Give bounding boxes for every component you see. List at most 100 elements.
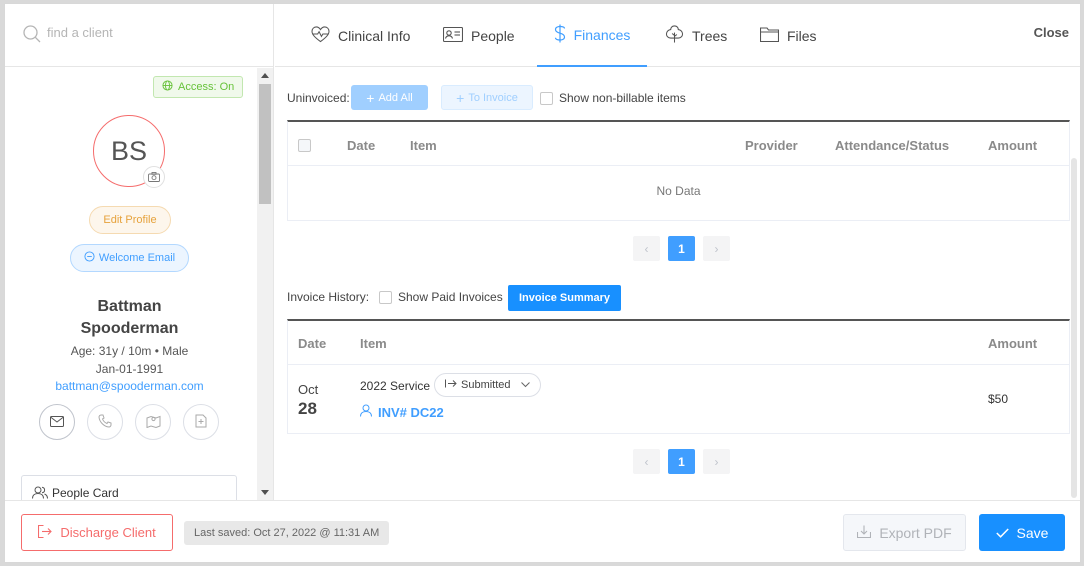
client-age-sex: Age: 31y / 10m • Male (70, 344, 189, 358)
plus-icon: + (456, 89, 465, 106)
invoice-day: 28 (298, 399, 317, 418)
discharge-label: Discharge Client (60, 525, 156, 540)
add-all-button[interactable]: + Add All (351, 85, 428, 110)
arrow-right-icon (445, 379, 457, 391)
tab-trees[interactable]: Trees (665, 4, 727, 67)
next-page-button[interactable]: › (703, 236, 730, 261)
page-button-current[interactable]: 1 (668, 236, 695, 261)
heartbeat-icon (311, 25, 330, 46)
welcome-email-button[interactable]: Welcome Email (70, 244, 189, 272)
edit-profile-button[interactable]: Edit Profile (89, 206, 171, 234)
profile-panel: Access: On BS Edit Profile Welcome Email… (5, 68, 256, 500)
show-paid-toggle[interactable]: Show Paid Invoices (379, 290, 503, 304)
uninvoiced-label: Uninvoiced: (287, 91, 350, 105)
dollar-icon (554, 24, 566, 46)
history-pagination: ‹ 1 › (633, 449, 730, 474)
invoice-number: INV# DC22 (378, 404, 444, 420)
page-button-current[interactable]: 1 (668, 449, 695, 474)
column-header-date: Date (298, 336, 327, 351)
prev-page-button[interactable]: ‹ (633, 236, 660, 261)
add-all-label: Add All (378, 91, 413, 104)
close-button[interactable]: Close (1034, 25, 1069, 40)
sign-out-icon (38, 524, 53, 541)
mail-icon (50, 415, 64, 430)
tab-label: Trees (692, 27, 728, 44)
last-saved-badge: Last saved: Oct 27, 2022 @ 11:31 AM (184, 521, 390, 545)
invoice-history-header: Date Item Amount (288, 321, 1069, 365)
tab-label: Files (787, 27, 817, 44)
users-icon (32, 486, 48, 500)
export-pdf-button[interactable]: Export PDF (843, 514, 966, 551)
column-header-attendance: Attendance/Status (835, 138, 950, 153)
finances-panel: Uninvoiced: + Add All + To Invoice Show … (275, 68, 1080, 500)
invoice-month: Oct (298, 382, 319, 397)
client-first-name: Battman (97, 298, 162, 315)
tab-label: Clinical Info (338, 27, 411, 44)
status-label: Submitted (461, 379, 511, 391)
column-header-item: Item (360, 336, 387, 351)
status-dropdown[interactable]: Submitted (434, 373, 541, 397)
invoice-summary-button[interactable]: Invoice Summary (508, 285, 621, 311)
tab-finances[interactable]: Finances (537, 4, 647, 67)
access-label: Access: On (178, 81, 235, 93)
column-header-item: Item (410, 138, 437, 153)
column-header-amount: Amount (988, 336, 1038, 351)
content-scrollbar[interactable] (1071, 158, 1077, 498)
access-badge[interactable]: Access: On (153, 76, 244, 98)
camera-icon[interactable] (143, 166, 165, 188)
user-icon (360, 404, 372, 420)
uninvoiced-pagination: ‹ 1 › (633, 236, 730, 261)
tab-clinical-info[interactable]: Clinical Info (311, 4, 410, 67)
to-invoice-button[interactable]: + To Invoice (441, 85, 533, 110)
tab-label: Finances (573, 26, 631, 43)
tab-people[interactable]: People (442, 4, 515, 67)
folder-icon (759, 26, 780, 45)
client-email[interactable]: battman@spooderman.com (5, 379, 254, 393)
map-button[interactable] (135, 404, 171, 440)
scroll-down-arrow-icon[interactable] (261, 490, 269, 495)
chevron-left-icon: ‹ (644, 454, 649, 469)
mail-button[interactable] (39, 404, 75, 440)
search-input[interactable] (47, 25, 237, 40)
client-sidebar: Access: On BS Edit Profile Welcome Email… (5, 4, 274, 500)
chevron-right-icon: › (714, 454, 719, 469)
chevron-left-icon: ‹ (644, 241, 649, 256)
to-invoice-label: To Invoice (468, 91, 518, 104)
show-nonbillable-toggle[interactable]: Show non-billable items (540, 91, 686, 105)
id-card-icon (442, 26, 464, 45)
people-card-label: People Card (52, 486, 119, 500)
phone-button[interactable] (87, 404, 123, 440)
chevron-down-icon (520, 379, 530, 391)
minus-circle-icon (84, 251, 95, 265)
prev-page-button[interactable]: ‹ (633, 449, 660, 474)
uninvoiced-table: Date Item Provider Attendance/Status Amo… (287, 120, 1070, 221)
people-card-section[interactable]: People Card (21, 475, 237, 500)
invoice-link[interactable]: INV# DC22 (360, 404, 444, 420)
scroll-up-arrow-icon[interactable] (261, 73, 269, 78)
show-nonbillable-checkbox[interactable] (540, 91, 553, 105)
tab-label: People (471, 27, 515, 44)
save-button[interactable]: Save (979, 514, 1065, 551)
scrollbar-thumb[interactable] (259, 84, 271, 204)
avatar-initials: BS (110, 135, 148, 166)
export-pdf-label: Export PDF (879, 524, 952, 541)
column-header-provider: Provider (745, 138, 798, 153)
document-button[interactable] (183, 404, 219, 440)
show-paid-label: Show Paid Invoices (398, 290, 503, 304)
uninvoiced-table-header: Date Item Provider Attendance/Status Amo… (288, 122, 1069, 166)
client-search (5, 4, 273, 67)
select-all-checkbox[interactable] (298, 139, 311, 152)
tab-bar: Clinical Info People Finances Trees File… (275, 4, 1080, 67)
discharge-client-button[interactable]: Discharge Client (21, 514, 173, 551)
invoice-history-table: Date Item Amount Oct 28 2022 Service Sub… (287, 319, 1070, 434)
table-row[interactable]: Oct 28 2022 Service Submitted INV# DC22 … (288, 366, 1069, 434)
welcome-email-label: Welcome Email (98, 252, 176, 264)
document-icon (195, 414, 207, 431)
download-icon (857, 525, 872, 541)
next-page-button[interactable]: › (703, 449, 730, 474)
show-paid-checkbox[interactable] (379, 290, 392, 304)
check-icon (995, 525, 1009, 541)
tab-files[interactable]: Files (759, 4, 817, 67)
invoice-amount: $50 (988, 392, 1009, 406)
sidebar-scrollbar[interactable] (257, 68, 273, 500)
